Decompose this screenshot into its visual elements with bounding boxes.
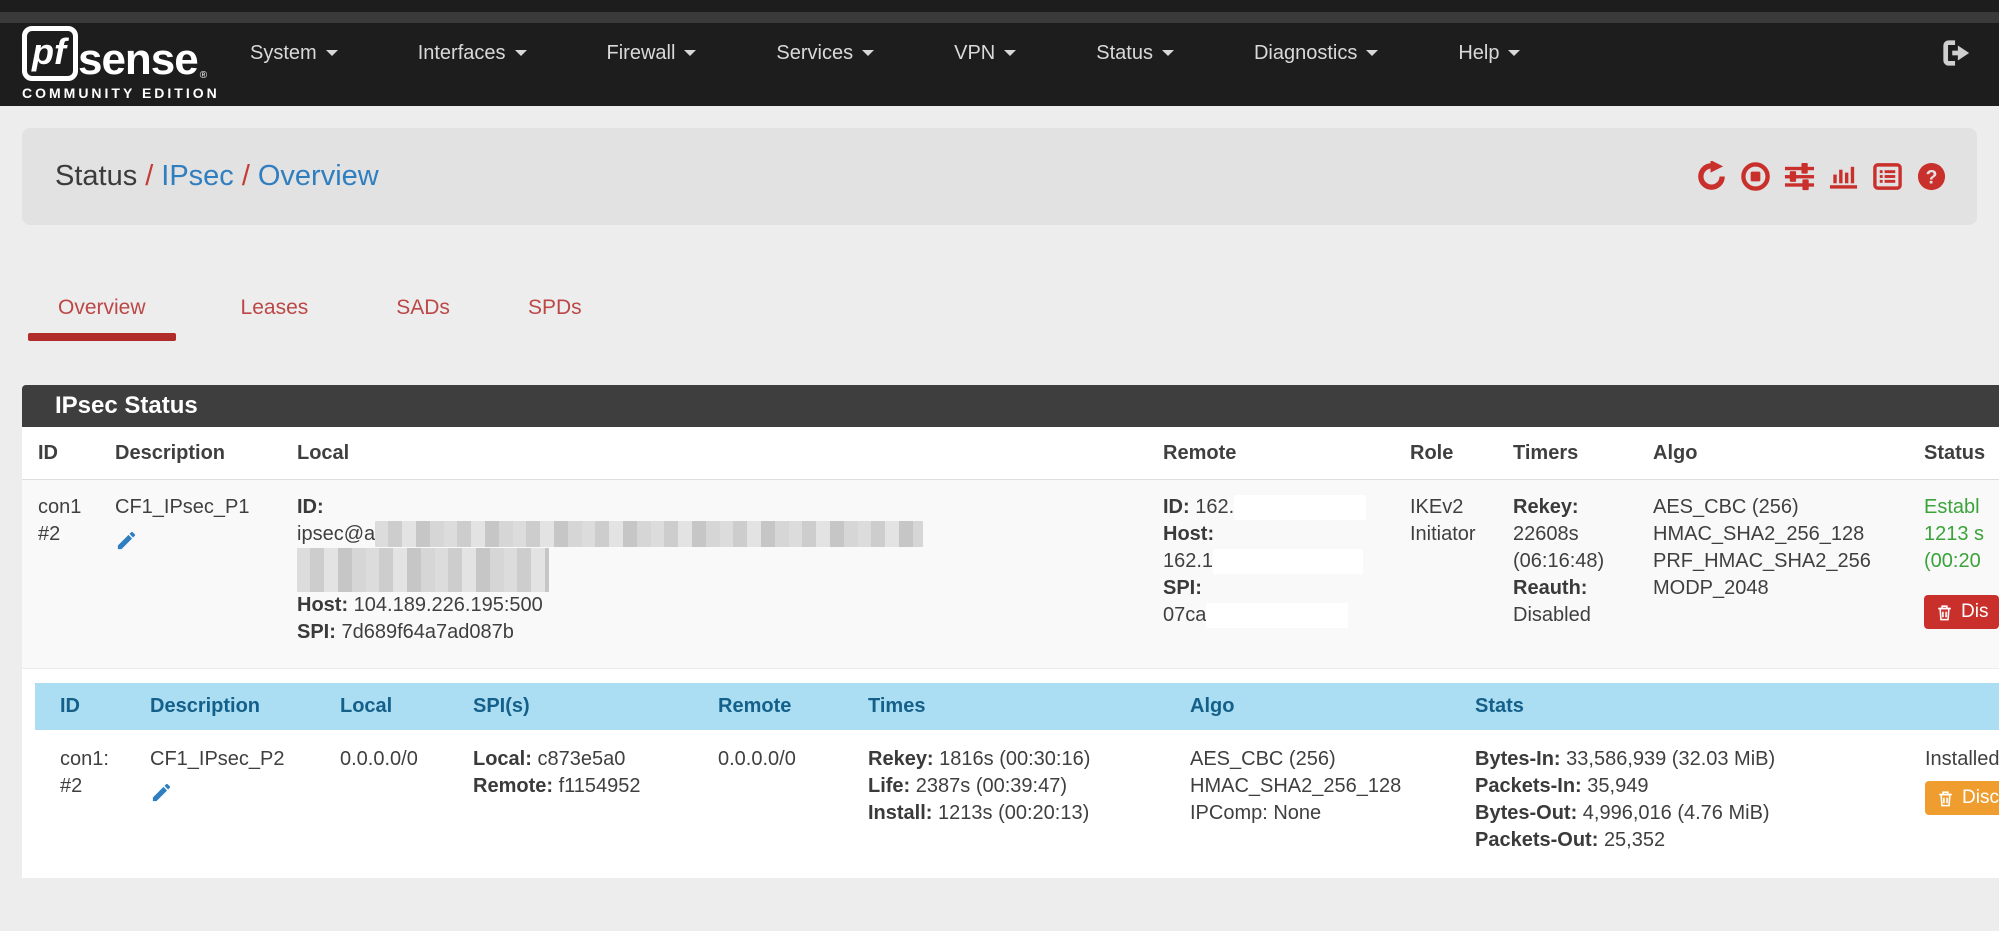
tab-leases[interactable]: Leases bbox=[241, 296, 309, 320]
menu-vpn[interactable]: VPN bbox=[954, 42, 1016, 65]
col-times: Times bbox=[868, 695, 1190, 718]
ike-description-cell: CF1_IPsec_P1 bbox=[115, 494, 297, 646]
registered-mark: ® bbox=[200, 70, 207, 81]
chevron-down-icon bbox=[1366, 50, 1378, 56]
child-sa-table: ID Description Local SPI(s) Remote Times… bbox=[35, 683, 1999, 864]
col-stats: Stats bbox=[1475, 695, 1925, 718]
panel-title: IPsec Status bbox=[22, 385, 1999, 427]
tab-overview[interactable]: Overview bbox=[58, 296, 146, 320]
trash-icon bbox=[1936, 789, 1955, 808]
menu-interfaces[interactable]: Interfaces bbox=[418, 42, 527, 65]
stop-icon[interactable] bbox=[1740, 161, 1771, 192]
col-role: Role bbox=[1410, 442, 1513, 465]
filter-sliders-icon[interactable] bbox=[1784, 161, 1815, 192]
child-local-cell: 0.0.0.0/0 bbox=[340, 746, 473, 854]
sense-logo-text: sense bbox=[78, 39, 198, 81]
col-algo: Algo bbox=[1190, 695, 1475, 718]
col-empty bbox=[1925, 695, 1999, 718]
ipsec-tabs: Overview Leases SADs SPDs bbox=[58, 296, 582, 320]
chevron-down-icon bbox=[1004, 50, 1016, 56]
page-action-icons: ? bbox=[1696, 128, 1947, 225]
child-algo-cell: AES_CBC (256) HMAC_SHA2_256_128 IPComp: … bbox=[1190, 746, 1475, 854]
menu-diagnostics[interactable]: Diagnostics bbox=[1254, 42, 1378, 65]
chevron-down-icon bbox=[684, 50, 696, 56]
child-times-cell: Rekey: 1816s (00:30:16) Life: 2387s (00:… bbox=[868, 746, 1190, 854]
breadcrumb-separator: / bbox=[137, 160, 161, 192]
child-stats-cell: Bytes-In: 33,586,939 (32.03 MiB) Packets… bbox=[1475, 746, 1925, 854]
edit-icon[interactable] bbox=[115, 529, 138, 552]
redacted-remote-id bbox=[1234, 495, 1366, 520]
col-remote: Remote bbox=[1163, 442, 1410, 465]
table-row: con1: #2 CF1_IPsec_P2 0.0.0.0/0 Local: c… bbox=[35, 730, 1999, 864]
pf-logo-box: pf bbox=[22, 26, 78, 81]
menu-help[interactable]: Help bbox=[1458, 42, 1520, 65]
breadcrumb-bar: Status/IPsec/Overview bbox=[22, 128, 1977, 225]
child-id-cell: con1: #2 bbox=[60, 746, 150, 854]
menu-services[interactable]: Services bbox=[776, 42, 874, 65]
child-remote-cell: 0.0.0.0/0 bbox=[718, 746, 868, 854]
top-navbar: pfsense® COMMUNITY EDITION System Interf… bbox=[0, 0, 1999, 106]
col-timers: Timers bbox=[1513, 442, 1653, 465]
ike-id-cell: con1 #2 bbox=[38, 494, 115, 646]
breadcrumb: Status/IPsec/Overview bbox=[55, 160, 379, 193]
refresh-icon[interactable] bbox=[1696, 161, 1727, 192]
pfsense-logo[interactable]: pfsense® COMMUNITY EDITION bbox=[22, 26, 220, 101]
menu-status[interactable]: Status bbox=[1096, 42, 1174, 65]
col-description: Description bbox=[115, 442, 297, 465]
list-view-icon[interactable] bbox=[1872, 161, 1903, 192]
chevron-down-icon bbox=[1508, 50, 1520, 56]
col-description: Description bbox=[150, 695, 340, 718]
ike-local-cell: ID: ipsec@a Host: 104.189.226.195:500 SP… bbox=[297, 494, 1163, 646]
col-remote: Remote bbox=[718, 695, 868, 718]
status-installed: Installed bbox=[1925, 746, 1999, 773]
child-description-cell: CF1_IPsec_P2 bbox=[150, 746, 340, 854]
col-local: Local bbox=[340, 695, 473, 718]
breadcrumb-separator: / bbox=[234, 160, 258, 192]
tab-sads[interactable]: SADs bbox=[396, 296, 450, 320]
redacted-remote-spi bbox=[1206, 603, 1348, 628]
redacted-local-id bbox=[375, 521, 923, 547]
breadcrumb-status: Status bbox=[55, 160, 137, 192]
child-status-cell: Installed Disco bbox=[1925, 746, 1999, 854]
child-spis-cell: Local: c873e5a0 Remote: f1154952 bbox=[473, 746, 718, 854]
breadcrumb-overview-link[interactable]: Overview bbox=[258, 160, 379, 192]
chevron-down-icon bbox=[326, 50, 338, 56]
ike-table-header: ID Description Local Remote Role Timers … bbox=[22, 427, 1999, 480]
ike-remote-cell: ID: 162. Host: 162.1 SPI: 07ca bbox=[1163, 494, 1410, 646]
svg-text:?: ? bbox=[1926, 166, 1938, 188]
redacted-local-id bbox=[297, 548, 549, 592]
table-row: con1 #2 CF1_IPsec_P1 ID: ipsec@a Host: 1… bbox=[22, 480, 1999, 669]
col-spis: SPI(s) bbox=[473, 695, 718, 718]
tab-spds[interactable]: SPDs bbox=[528, 296, 582, 320]
ike-algo-cell: AES_CBC (256) HMAC_SHA2_256_128 PRF_HMAC… bbox=[1653, 494, 1924, 646]
redacted-remote-host bbox=[1213, 549, 1363, 574]
ike-timers-cell: Rekey: 22608s (06:16:48) Reauth: Disable… bbox=[1513, 494, 1653, 646]
ike-role-cell: IKEv2 Initiator bbox=[1410, 494, 1513, 646]
child-table-header: ID Description Local SPI(s) Remote Times… bbox=[35, 683, 1999, 730]
chevron-down-icon bbox=[1162, 50, 1174, 56]
col-status: Status bbox=[1924, 442, 1999, 465]
edit-icon[interactable] bbox=[150, 781, 173, 804]
trash-icon bbox=[1935, 603, 1954, 622]
bar-chart-icon[interactable] bbox=[1828, 161, 1859, 192]
col-id: ID bbox=[38, 442, 115, 465]
chevron-down-icon bbox=[515, 50, 527, 56]
status-established: Establ bbox=[1924, 494, 1999, 521]
menu-system[interactable]: System bbox=[250, 42, 338, 65]
help-icon[interactable]: ? bbox=[1916, 161, 1947, 192]
main-menu: System Interfaces Firewall Services VPN … bbox=[250, 0, 1520, 106]
col-local: Local bbox=[297, 442, 1163, 465]
menu-firewall[interactable]: Firewall bbox=[607, 42, 697, 65]
disconnect-button[interactable]: Dis bbox=[1924, 595, 1999, 629]
col-algo: Algo bbox=[1653, 442, 1924, 465]
ike-status-cell: Establ 1213 s (00:20 Dis bbox=[1924, 494, 1999, 646]
community-edition-label: COMMUNITY EDITION bbox=[22, 85, 220, 101]
disconnect-child-button[interactable]: Disco bbox=[1925, 781, 1999, 815]
breadcrumb-ipsec-link[interactable]: IPsec bbox=[161, 160, 234, 192]
sign-out-icon[interactable] bbox=[1941, 38, 1971, 68]
ipsec-status-panel: IPsec Status ID Description Local Remote… bbox=[22, 385, 1999, 878]
chevron-down-icon bbox=[862, 50, 874, 56]
col-id: ID bbox=[60, 695, 150, 718]
